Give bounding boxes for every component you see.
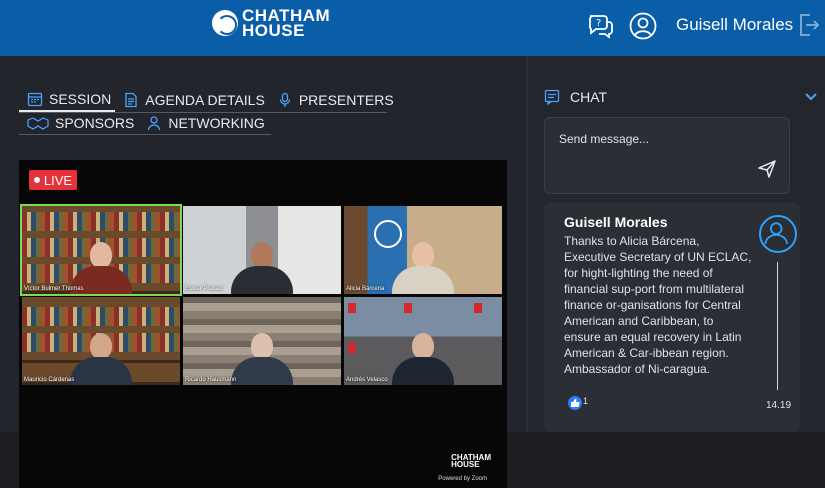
main-panel: SESSION AGENDA DETAILS PRESENTERS SPONSO… <box>0 56 527 488</box>
participant-tile[interactable]: Andrés Velasco <box>344 297 502 385</box>
logout-icon[interactable] <box>798 12 820 38</box>
participant-video <box>70 333 132 385</box>
tab-sponsors[interactable]: SPONSORS <box>19 113 138 134</box>
chatham-house-logo[interactable]: CHATHAM HOUSE <box>212 7 330 40</box>
participant-tile[interactable]: Mauricio Cárdenas <box>22 297 180 385</box>
participant-name: Eswar Prasad <box>185 286 223 292</box>
live-label: LIVE <box>43 172 73 188</box>
help-chat-icon[interactable]: ? <box>586 12 614 40</box>
participant-name: Víctor Bulmer Thomas <box>24 286 84 292</box>
document-icon <box>125 92 137 108</box>
tab-label: NETWORKING <box>168 115 265 131</box>
tab-label: AGENDA DETAILS <box>145 92 265 108</box>
profile-icon[interactable] <box>629 12 657 40</box>
participant-video <box>392 242 454 294</box>
top-bar: CHATHAM HOUSE ? Guisell Morales <box>0 0 825 56</box>
like-count: 1 <box>583 396 589 406</box>
handshake-icon <box>27 117 49 130</box>
message-placeholder: Send message... <box>559 132 650 146</box>
microphone-icon <box>279 92 290 107</box>
tab-networking[interactable]: NETWORKING <box>138 113 268 134</box>
like-reaction[interactable]: 1 <box>568 396 588 410</box>
participant-name: Andrés Velasco <box>346 377 388 383</box>
send-icon[interactable] <box>757 159 777 179</box>
tab-session[interactable]: SESSION <box>19 89 116 112</box>
tab-row-1: SESSION AGENDA DETAILS PRESENTERS <box>19 89 394 113</box>
tab-label: SPONSORS <box>55 115 135 131</box>
chat-panel: CHAT Send message... Guisell Morales Tha… <box>527 56 825 432</box>
message-time: 14.19 <box>766 400 792 411</box>
video-player[interactable]: LIVE Víctor Bulmer Thomas Eswar Prasad A… <box>19 160 507 488</box>
user-name[interactable]: Guisell Morales <box>676 15 793 35</box>
participant-tile[interactable]: Ricardo Hausmann <box>183 297 341 385</box>
message-text: Thanks to Alicia Bárcena, Executive Secr… <box>564 234 752 376</box>
participant-tile[interactable]: Alicia Bárcena <box>344 206 502 294</box>
chat-title: CHAT <box>570 89 608 105</box>
live-dot-icon <box>33 177 40 183</box>
svg-text:?: ? <box>596 18 601 29</box>
chat-message: Guisell Morales Thanks to Alicia Bárcena… <box>544 202 800 432</box>
globe-icon <box>212 10 238 36</box>
chevron-down-icon[interactable] <box>805 92 817 102</box>
chat-header[interactable]: CHAT <box>544 89 607 105</box>
tab-label: PRESENTERS <box>298 92 394 108</box>
tab-row-2: SPONSORS NETWORKING <box>19 113 271 135</box>
live-badge: LIVE <box>29 170 77 190</box>
chatham-house-watermark: CHATHAM HOUSE <box>451 453 491 469</box>
participant-name: Alicia Bárcena <box>346 286 385 292</box>
thumbs-up-icon <box>568 396 582 410</box>
participant-video <box>231 333 293 385</box>
message-author: Guisell Morales <box>564 214 668 230</box>
logo-line-2: HOUSE <box>242 21 305 40</box>
person-icon <box>148 116 161 131</box>
participant-tile[interactable]: Eswar Prasad <box>183 206 341 294</box>
tab-agenda-details[interactable]: AGENDA DETAILS <box>115 89 269 112</box>
message-timeline <box>777 262 778 390</box>
participant-video <box>231 242 293 294</box>
avatar[interactable] <box>759 215 797 253</box>
participant-name: Ricardo Hausmann <box>185 377 237 383</box>
tab-presenters[interactable]: PRESENTERS <box>269 89 398 112</box>
tab-label: SESSION <box>49 91 112 107</box>
message-input[interactable]: Send message... <box>544 117 790 194</box>
participant-video <box>392 333 454 385</box>
chat-icon <box>544 89 560 105</box>
calendar-icon <box>27 92 43 107</box>
participant-name: Mauricio Cárdenas <box>24 377 75 383</box>
participant-tile[interactable]: Víctor Bulmer Thomas <box>20 204 182 296</box>
powered-by-label: Powered by Zoom <box>438 476 487 482</box>
